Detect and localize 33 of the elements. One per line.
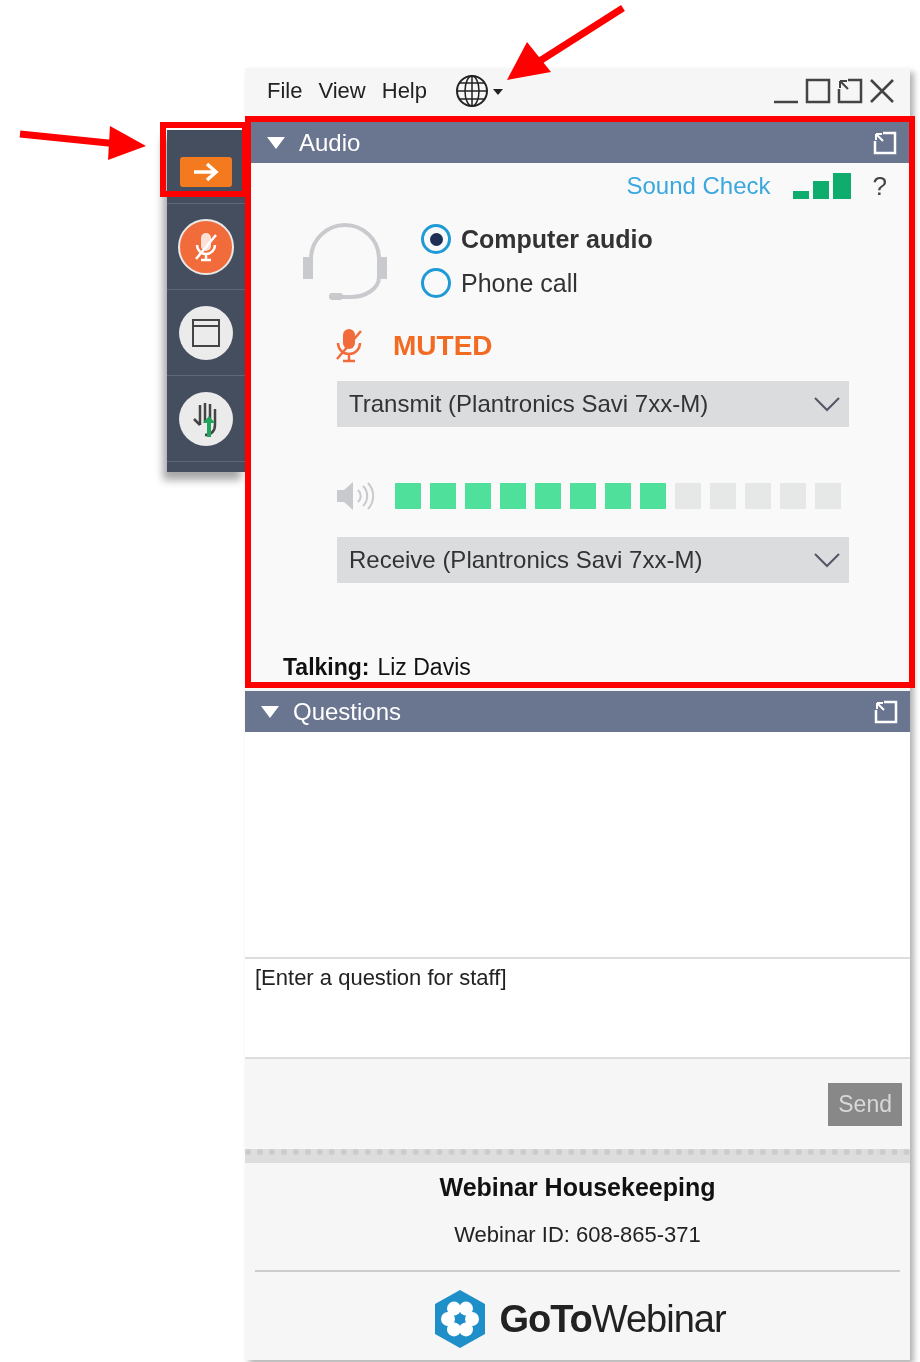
signal-bars-icon bbox=[792, 173, 851, 199]
help-button[interactable]: ? bbox=[872, 170, 887, 202]
speaker-icon bbox=[335, 479, 375, 513]
muted-microphone-icon bbox=[178, 218, 234, 275]
menu-item[interactable]: File bbox=[267, 77, 303, 104]
panel-title: Audio bbox=[299, 128, 361, 157]
mute-status: MUTED bbox=[393, 330, 493, 362]
pop-out-icon[interactable] bbox=[873, 130, 897, 155]
menu-item[interactable]: Help bbox=[381, 77, 427, 104]
panel-title: Questions bbox=[293, 697, 402, 726]
window-icon bbox=[178, 304, 234, 361]
radio-option[interactable]: Computer audio bbox=[421, 224, 653, 254]
collapse-triangle-icon[interactable] bbox=[261, 705, 279, 718]
pop-out-icon[interactable] bbox=[836, 76, 864, 105]
chevron-down-icon bbox=[813, 552, 841, 568]
raise-hand-icon bbox=[178, 390, 234, 447]
webinar-title: Webinar Housekeeping bbox=[439, 1173, 716, 1202]
headset-icon bbox=[303, 221, 387, 301]
collapse-triangle-icon[interactable] bbox=[267, 136, 285, 149]
maximize-icon[interactable] bbox=[804, 76, 832, 105]
talking-name: Liz Davis bbox=[377, 654, 471, 682]
receive-dropdown[interactable]: Receive (Plantronics Savi 7xx-M) bbox=[337, 537, 849, 583]
talking-label: Talking: bbox=[283, 654, 370, 682]
close-icon[interactable] bbox=[868, 76, 896, 105]
webinar-id: Webinar ID: 608-865-371 bbox=[454, 1222, 701, 1248]
radio-option[interactable]: Phone call bbox=[421, 268, 653, 298]
menu-item[interactable]: View bbox=[318, 77, 366, 104]
transmit-dropdown[interactable]: Transmit (Plantronics Savi 7xx-M) bbox=[337, 381, 849, 427]
logo-wordmark: GoToWebinar bbox=[499, 1297, 726, 1341]
pop-out-icon[interactable] bbox=[874, 699, 898, 724]
muted-microphone-icon bbox=[335, 327, 363, 365]
chevron-down-icon bbox=[813, 396, 841, 412]
question-field[interactable]: [Enter a question for staff] bbox=[245, 957, 910, 1059]
